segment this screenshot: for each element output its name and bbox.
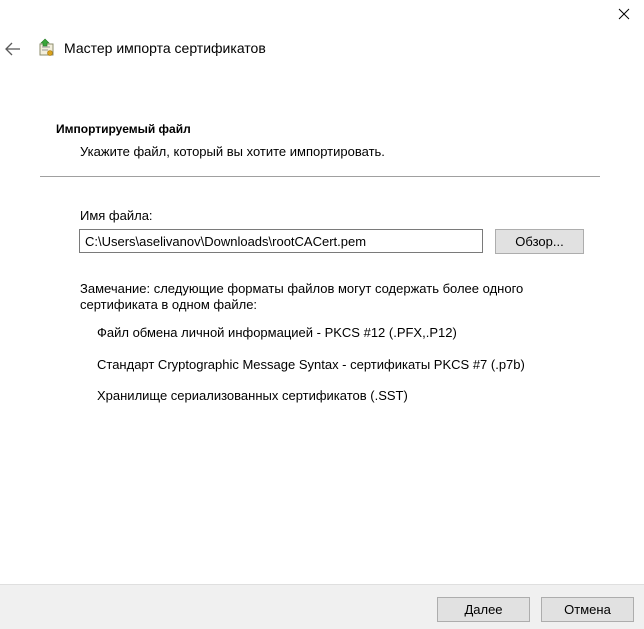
certificate-wizard-icon	[39, 38, 54, 56]
section-subtitle: Укажите файл, который вы хотите импортир…	[80, 144, 385, 159]
back-arrow-icon	[5, 42, 20, 56]
next-button[interactable]: Далее	[437, 597, 530, 622]
filename-input[interactable]	[79, 229, 483, 253]
header-divider	[40, 176, 600, 177]
format-item-pfx: Файл обмена личной информацией - PKCS #1…	[97, 325, 457, 340]
cancel-button[interactable]: Отмена	[541, 597, 634, 622]
close-icon	[618, 8, 630, 20]
filename-label: Имя файла:	[80, 208, 153, 223]
browse-button[interactable]: Обзор...	[495, 229, 584, 254]
certificate-import-wizard-window: Мастер импорта сертификатов Импортируемы…	[0, 0, 644, 629]
note-text: Замечание: следующие форматы файлов могу…	[80, 281, 524, 312]
back-button[interactable]	[2, 38, 24, 60]
window-title: Мастер импорта сертификатов	[64, 40, 266, 56]
close-button[interactable]	[604, 0, 644, 28]
format-item-sst: Хранилище сериализованных сертификатов (…	[97, 388, 408, 403]
section-heading: Импортируемый файл	[56, 122, 191, 136]
format-item-p7b: Стандарт Cryptographic Message Syntax - …	[97, 357, 525, 372]
